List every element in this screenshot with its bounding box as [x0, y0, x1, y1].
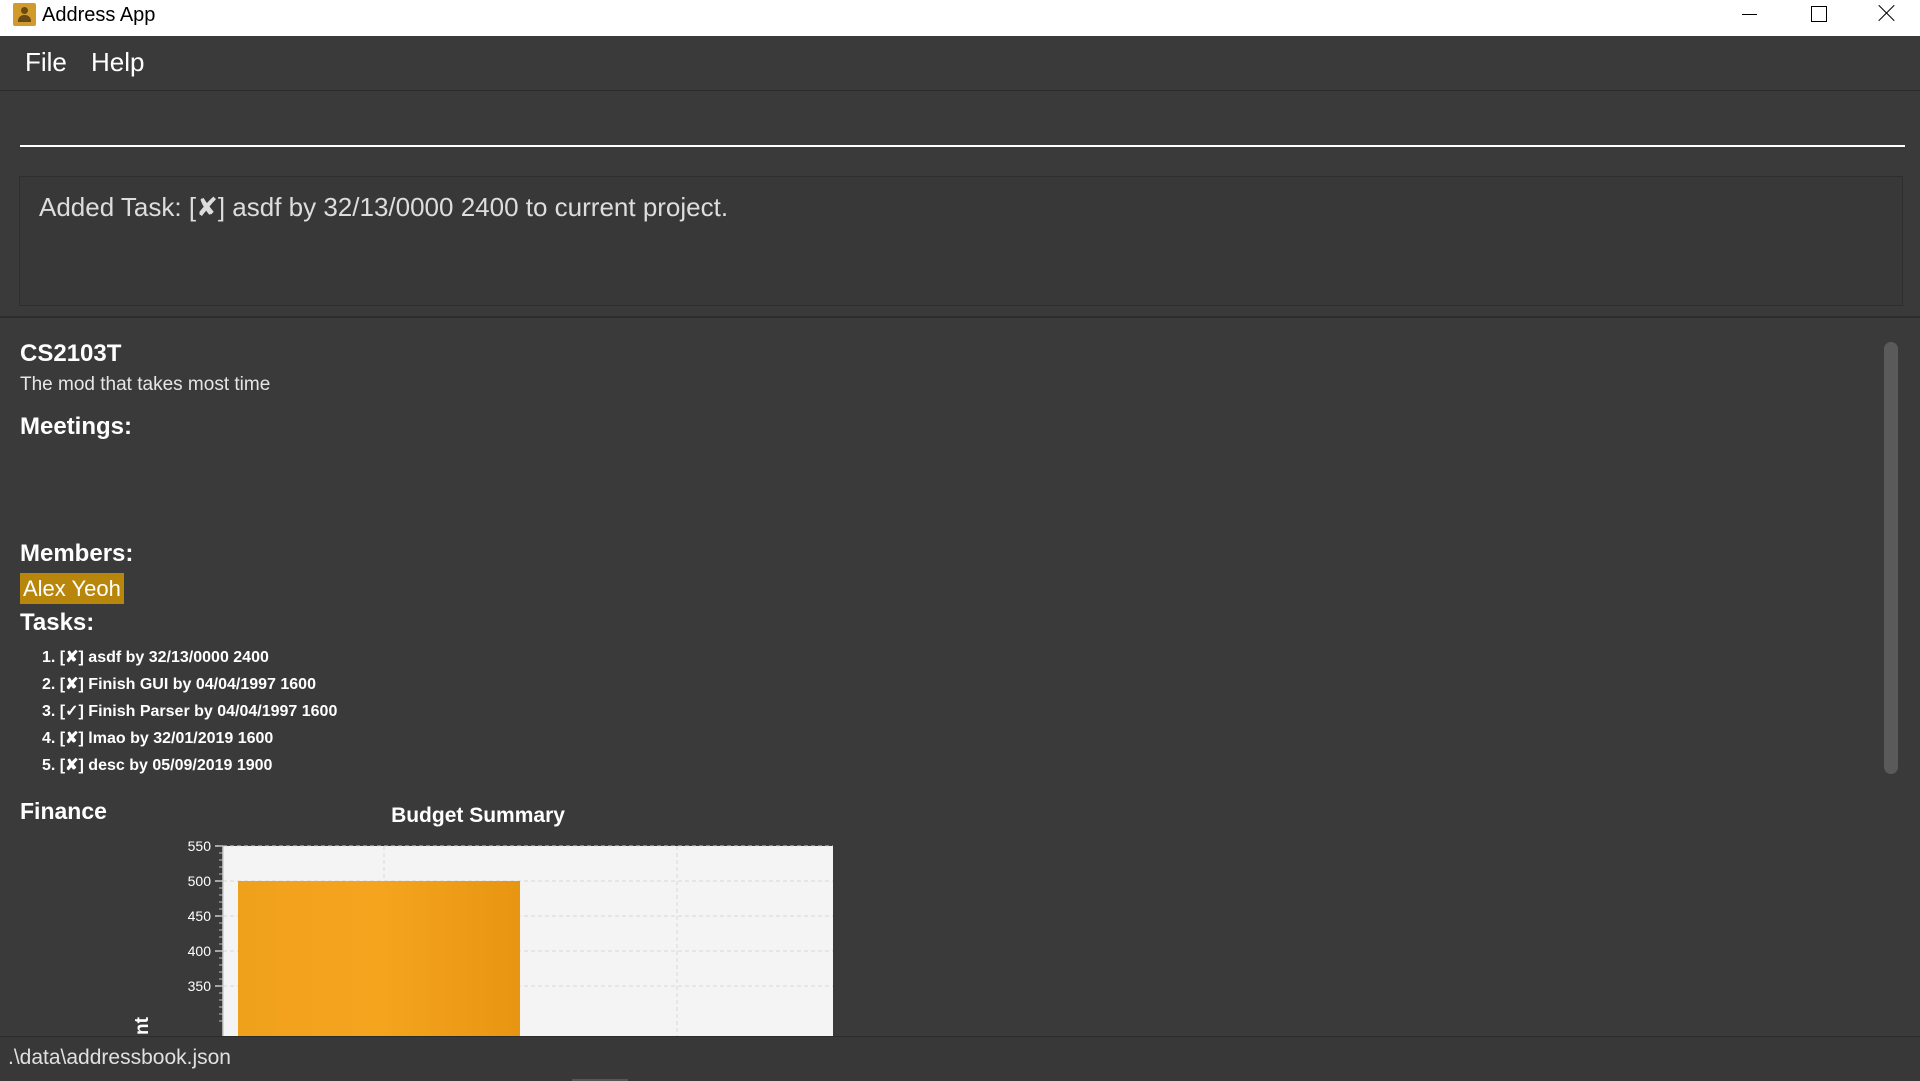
status-bar: .\data\addressbook.json — [0, 1036, 1920, 1081]
budget-bar — [238, 881, 520, 1036]
menu-file[interactable]: File — [25, 47, 67, 78]
task-item: 1. [✘] asdf by 32/13/0000 2400 — [42, 649, 269, 666]
project-panel[interactable]: CS2103T The mod that takes most time Mee… — [0, 318, 1920, 1036]
maximize-button[interactable] — [1783, 0, 1853, 30]
command-input[interactable] — [20, 105, 1905, 147]
meetings-heading: Meetings: — [20, 413, 133, 440]
save-location: .\data\addressbook.json — [8, 1046, 231, 1069]
chart-title: Budget Summary — [391, 804, 565, 827]
vertical-scrollbar[interactable] — [1884, 342, 1898, 774]
minimize-button[interactable] — [1714, 0, 1784, 30]
menu-help[interactable]: Help — [91, 47, 144, 78]
y-tick-label: 400 — [188, 943, 212, 959]
tasks-heading: Tasks: — [20, 609, 95, 636]
y-tick-label: 350 — [188, 978, 212, 994]
command-box — [0, 91, 1920, 161]
window-title-bar: Address App — [0, 0, 1920, 36]
window-title: Address App — [42, 4, 156, 26]
y-tick-label: 500 — [188, 873, 212, 889]
result-message: Added Task: [✘] asdf by 32/13/0000 2400 … — [39, 192, 729, 222]
y-tick-label: 450 — [188, 908, 212, 924]
task-item: 4. [✘] lmao by 32/01/2019 1600 — [42, 730, 274, 747]
menu-bar: File Help — [0, 36, 1920, 91]
project-description: The mod that takes most time — [20, 374, 271, 395]
app-contact-icon — [13, 3, 36, 26]
member-chip: Alex Yeoh — [20, 573, 124, 604]
result-display[interactable]: Added Task: [✘] asdf by 32/13/0000 2400 … — [19, 176, 1903, 306]
y-tick-label: 550 — [188, 838, 212, 854]
task-item: 2. [✘] Finish GUI by 04/04/1997 1600 — [42, 676, 316, 693]
task-item: 5. [✘] desc by 05/09/2019 1900 — [42, 757, 273, 774]
project-title: CS2103T — [20, 340, 122, 367]
y-axis-label: nt — [132, 1016, 153, 1035]
task-item: 3. [✓] Finish Parser by 04/04/1997 1600 — [42, 703, 338, 720]
members-heading: Members: — [20, 540, 134, 567]
finance-heading: Finance — [20, 798, 107, 824]
budget-summary-chart: Budget Summary 550 500 450 400 350 nt — [132, 804, 833, 1036]
close-button[interactable] — [1852, 0, 1920, 30]
